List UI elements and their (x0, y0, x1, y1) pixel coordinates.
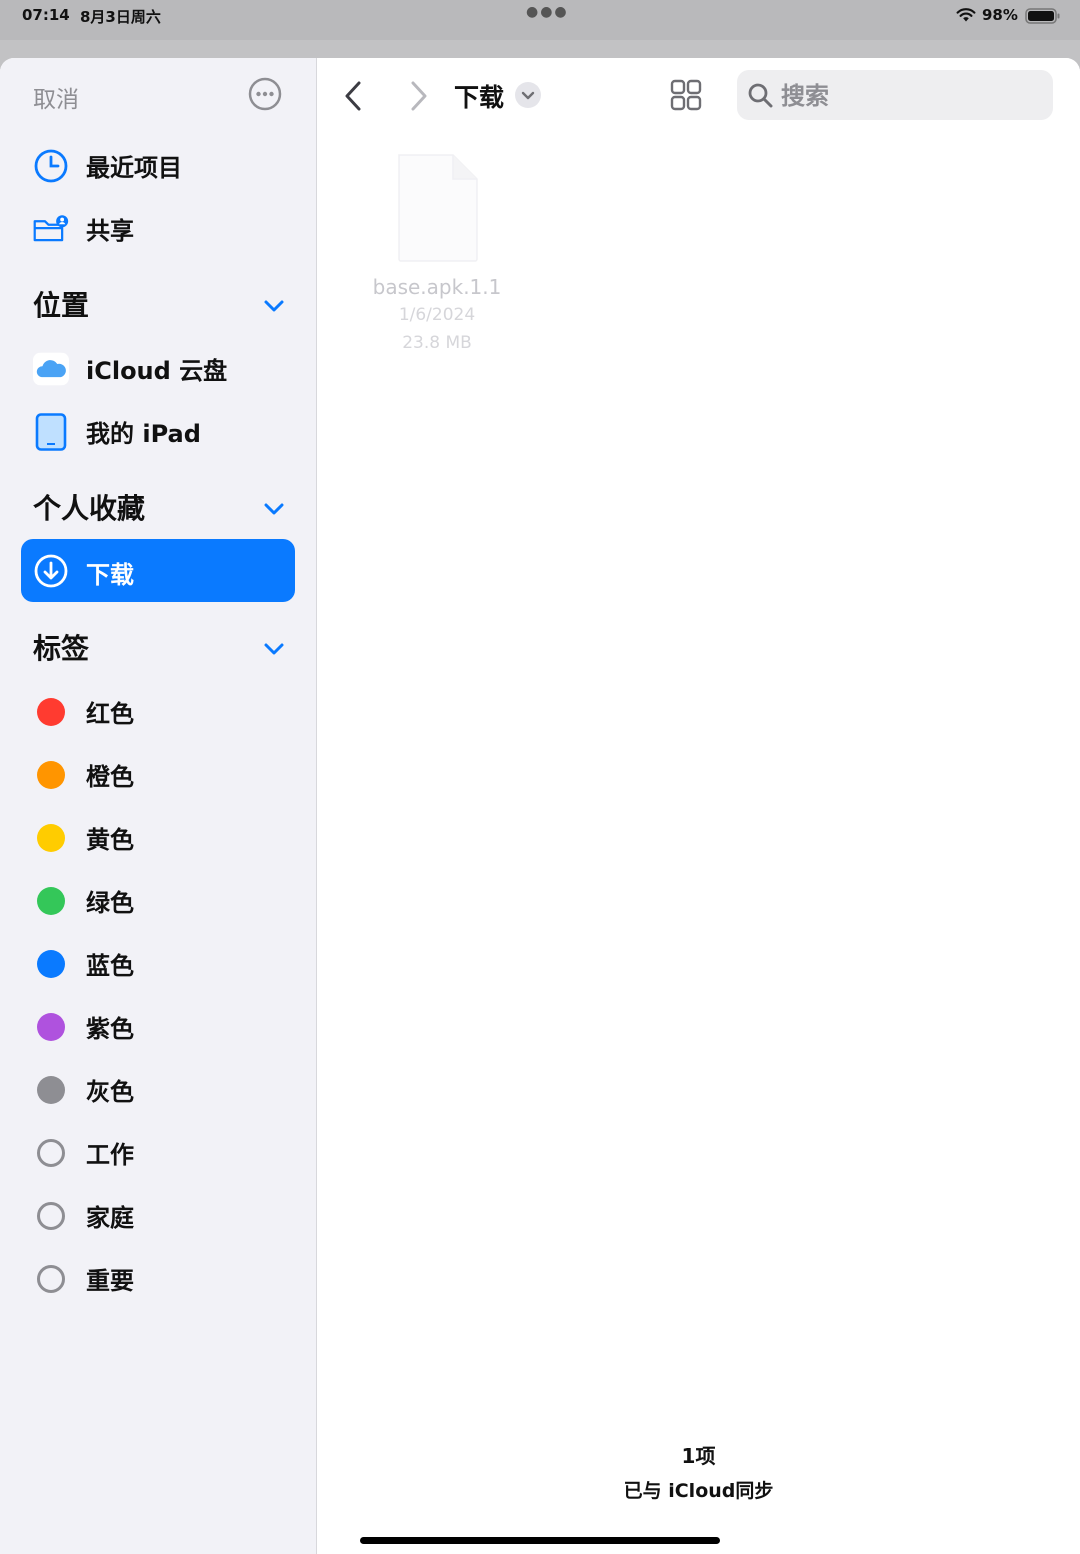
sidebar-item-shared[interactable]: 共享 (0, 199, 316, 255)
sidebar-item-label: 灰色 (86, 1078, 134, 1106)
sync-status: 已与 iCloud同步 (623, 1480, 774, 1502)
orange-tag-dot-icon (37, 761, 65, 789)
forward-chevron-icon[interactable] (407, 80, 431, 112)
sidebar-tag-gray[interactable]: 灰色 (0, 1060, 316, 1116)
status-bar: 07:14 8月3日周六 ●●● 98% (0, 0, 1080, 32)
battery-icon (1025, 8, 1060, 24)
purple-tag-dot-icon (37, 1013, 65, 1041)
status-time: 07:14 (22, 6, 70, 24)
download-icon (34, 554, 68, 588)
file-item[interactable]: base.apk.1.1 1/6/2024 23.8 MB (367, 153, 507, 363)
sidebar-item-label: 最近项目 (86, 154, 182, 182)
icloud-icon (33, 351, 69, 387)
cancel-button[interactable]: 取消 (33, 80, 79, 114)
document-icon (398, 154, 478, 262)
battery-percent: 98% (982, 6, 1018, 24)
sidebar: 取消 最近项目 共享 位置 iCloud 云盘 我的 iPad 个人收藏 下载 … (0, 58, 317, 1554)
title-menu-button[interactable] (515, 82, 541, 108)
main-content: 下载 base.apk.1.1 1/6/2024 (317, 58, 1080, 1554)
wifi-icon (956, 8, 976, 22)
status-date: 8月3日周六 (80, 8, 161, 26)
file-picker-sheet: 取消 最近项目 共享 位置 iCloud 云盘 我的 iPad 个人收藏 下载 … (0, 58, 1080, 1554)
file-date: 1/6/2024 (398, 305, 476, 325)
sidebar-item-label: 蓝色 (86, 952, 134, 980)
sidebar-item-label: 工作 (86, 1141, 134, 1169)
sidebar-tag-important[interactable]: 重要 (0, 1249, 316, 1305)
sidebar-item-recents[interactable]: 最近项目 (0, 136, 316, 192)
sidebar-tag-orange[interactable]: 橙色 (0, 745, 316, 801)
sidebar-tag-purple[interactable]: 紫色 (0, 997, 316, 1053)
green-tag-dot-icon (37, 887, 65, 915)
empty-tag-circle-icon (37, 1265, 65, 1293)
ipad-icon (33, 413, 69, 451)
shared-folder-icon (33, 211, 69, 247)
sidebar-item-label: 橙色 (86, 763, 134, 791)
section-title-tags: 标签 (33, 632, 90, 665)
more-options-icon[interactable] (248, 77, 282, 111)
clock-icon (33, 148, 69, 184)
red-tag-dot-icon (37, 698, 65, 726)
search-field[interactable] (737, 70, 1053, 120)
search-input[interactable] (779, 78, 1043, 114)
sidebar-item-label: 绿色 (86, 889, 134, 917)
sidebar-tag-red[interactable]: 红色 (0, 682, 316, 738)
chevron-down-icon[interactable] (262, 294, 286, 318)
sidebar-item-label: 下载 (86, 561, 134, 589)
sidebar-tag-green[interactable]: 绿色 (0, 871, 316, 927)
chevron-down-icon (521, 91, 535, 100)
sidebar-item-downloads[interactable]: 下载 (21, 539, 295, 602)
sidebar-item-label: 家庭 (86, 1204, 134, 1232)
chevron-down-icon[interactable] (262, 497, 286, 521)
home-indicator[interactable] (360, 1537, 720, 1544)
sidebar-item-label: 共享 (86, 217, 134, 245)
sidebar-item-label: 黄色 (86, 826, 134, 854)
blue-tag-dot-icon (37, 950, 65, 978)
sidebar-item-label: 我的 iPad (86, 420, 201, 448)
grid-view-icon[interactable] (669, 78, 703, 112)
multitasking-dots-icon[interactable]: ●●● (526, 4, 569, 20)
sidebar-tag-work[interactable]: 工作 (0, 1123, 316, 1179)
section-title-locations: 位置 (33, 289, 90, 322)
folder-title: 下载 (454, 83, 505, 112)
empty-tag-circle-icon (37, 1139, 65, 1167)
sidebar-tag-home[interactable]: 家庭 (0, 1186, 316, 1242)
sidebar-item-my-ipad[interactable]: 我的 iPad (0, 402, 316, 458)
yellow-tag-dot-icon (37, 824, 65, 852)
sidebar-item-label: iCloud 云盘 (86, 357, 228, 385)
back-chevron-icon[interactable] (341, 80, 365, 112)
sidebar-item-icloud-drive[interactable]: iCloud 云盘 (0, 339, 316, 395)
sidebar-tag-blue[interactable]: 蓝色 (0, 934, 316, 990)
gray-tag-dot-icon (37, 1076, 65, 1104)
file-size: 23.8 MB (402, 333, 472, 353)
chevron-down-icon[interactable] (262, 637, 286, 661)
sidebar-item-label: 紫色 (86, 1015, 134, 1043)
file-name: base.apk.1.1 (372, 275, 502, 299)
empty-tag-circle-icon (37, 1202, 65, 1230)
search-icon (748, 83, 773, 108)
sidebar-tag-yellow[interactable]: 黄色 (0, 808, 316, 864)
section-title-favorites: 个人收藏 (33, 492, 146, 525)
sidebar-item-label: 红色 (86, 700, 134, 728)
sidebar-item-label: 重要 (86, 1267, 134, 1295)
item-count: 1项 (681, 1444, 716, 1468)
